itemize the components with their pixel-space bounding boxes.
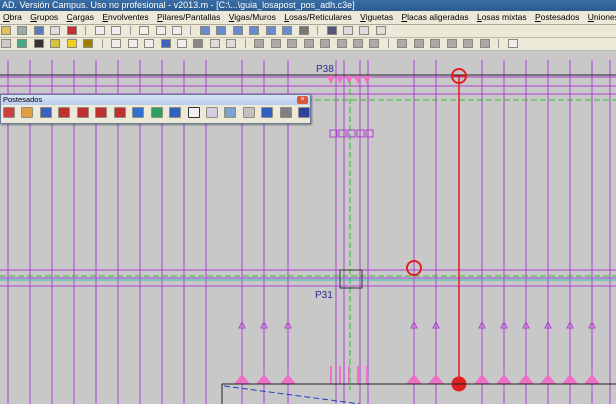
fill-icon[interactable] [33, 39, 44, 48]
table-3-icon[interactable] [226, 39, 237, 48]
beam-icon[interactable] [83, 39, 94, 48]
menu-losas-mixtas[interactable]: Losas mixtas [474, 11, 530, 24]
menu-uniones[interactable]: Uniones [585, 11, 616, 24]
eye-icon[interactable] [507, 39, 518, 48]
slab-icon[interactable] [50, 39, 61, 48]
menu-viguetas[interactable]: Viguetas [357, 11, 396, 24]
camera-icon[interactable] [298, 26, 309, 35]
window-title: AD. Versión Campus. Uso no profesional -… [2, 0, 355, 10]
zoom-out-icon[interactable] [232, 26, 243, 35]
grid-2-icon[interactable] [176, 39, 187, 48]
tendon-x-icon[interactable] [169, 107, 182, 118]
mesh-icon[interactable] [144, 39, 155, 48]
align-7-icon[interactable] [352, 39, 363, 48]
menu-losas[interactable]: Losas/Reticulares [281, 11, 355, 24]
save-icon[interactable] [33, 26, 44, 35]
palette-title: Postesados [3, 95, 43, 104]
tendon-cross-icon[interactable] [76, 107, 89, 118]
snap-1-icon[interactable] [397, 39, 408, 48]
palette-tools [1, 105, 310, 127]
align-3-icon[interactable] [287, 39, 298, 48]
check-icon[interactable] [111, 39, 122, 48]
palette-titlebar[interactable]: Postesados × [1, 95, 310, 105]
draw-icon[interactable] [1, 39, 11, 48]
redo-icon[interactable] [111, 26, 122, 35]
main-toolbar [0, 25, 616, 38]
tendon-view-icon[interactable] [39, 107, 52, 118]
redraw-icon[interactable] [282, 26, 293, 35]
snap-4-icon[interactable] [446, 39, 457, 48]
tendon-profile-icon[interactable] [132, 107, 145, 118]
column-icon[interactable] [66, 39, 77, 48]
pan-icon[interactable] [199, 26, 210, 35]
info-icon[interactable] [160, 39, 171, 48]
secondary-toolbar [0, 38, 616, 51]
table-icon[interactable] [50, 26, 61, 35]
palette-close-button[interactable]: × [297, 96, 308, 104]
tendon-list-icon[interactable] [279, 107, 292, 118]
menu-obra[interactable]: Obra [0, 11, 25, 24]
tendon-draw-icon[interactable] [242, 107, 255, 118]
align-8-icon[interactable] [369, 39, 380, 48]
snap-3-icon[interactable] [430, 39, 441, 48]
tendon-arrow-icon[interactable] [261, 107, 274, 118]
model-icon[interactable] [17, 26, 28, 35]
align-6-icon[interactable] [336, 39, 347, 48]
menu-envolventes[interactable]: Envolventes [99, 11, 151, 24]
snap-6-icon[interactable] [479, 39, 490, 48]
undo-icon[interactable] [94, 26, 105, 35]
magnet-icon[interactable] [66, 26, 77, 35]
menu-placas[interactable]: Placas aligeradas [398, 11, 471, 24]
tendon-check-icon[interactable] [150, 107, 163, 118]
menu-bar: Obra Grupos Cargas Envolventes Pilares/P… [0, 11, 616, 25]
postesados-palette[interactable]: Postesados × [0, 94, 311, 124]
axes-2-icon[interactable] [359, 26, 370, 35]
align-5-icon[interactable] [320, 39, 331, 48]
tendon-edit-icon[interactable] [21, 107, 34, 118]
menu-cargas[interactable]: Cargas [64, 11, 97, 24]
window-titlebar: AD. Versión Campus. Uso no profesional -… [0, 0, 616, 11]
zoom-all-icon[interactable] [265, 26, 276, 35]
align-4-icon[interactable] [303, 39, 314, 48]
grid-icon[interactable] [127, 39, 138, 48]
open-icon[interactable] [1, 26, 11, 35]
menu-vigas[interactable]: Vigas/Muros [226, 11, 279, 24]
zoom-in-icon[interactable] [216, 26, 227, 35]
axes-3-icon[interactable] [375, 26, 386, 35]
tendon-select-icon[interactable] [187, 107, 200, 118]
tendon-copy-icon[interactable] [205, 107, 218, 118]
tendon-anchor-icon[interactable] [58, 107, 71, 118]
menu-pilares[interactable]: Pilares/Pantallas [154, 11, 223, 24]
menu-postesados[interactable]: Postesados [532, 11, 582, 24]
snap-5-icon[interactable] [463, 39, 474, 48]
zoom-window-icon[interactable] [249, 26, 260, 35]
view-icon[interactable] [326, 26, 337, 35]
tendon-align-icon[interactable] [224, 107, 237, 118]
align-1-icon[interactable] [254, 39, 265, 48]
layer-icon[interactable] [17, 39, 28, 48]
align-2-icon[interactable] [270, 39, 281, 48]
label-p38: P38 [316, 64, 334, 75]
tendon-move-icon[interactable] [113, 107, 126, 118]
tendon-new-icon[interactable] [3, 107, 15, 118]
legend-icon[interactable] [193, 39, 204, 48]
updown-icon[interactable] [155, 26, 166, 35]
snap-2-icon[interactable] [413, 39, 424, 48]
label-p31: P31 [315, 290, 333, 301]
axes-icon[interactable] [342, 26, 353, 35]
table-2-icon[interactable] [209, 39, 220, 48]
tendon-delete-icon[interactable] [95, 107, 108, 118]
dropdown-icon[interactable] [171, 26, 182, 35]
menu-grupos[interactable]: Grupos [27, 11, 61, 24]
up-icon[interactable] [139, 26, 150, 35]
tendon-report-icon[interactable] [298, 107, 310, 118]
